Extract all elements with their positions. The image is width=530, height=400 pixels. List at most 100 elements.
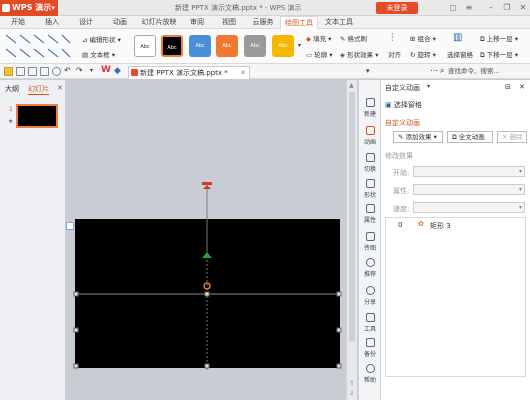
tab-cloud[interactable]: 云服务	[246, 16, 280, 29]
animation-item-name: 矩形 3	[430, 222, 451, 230]
sidebar-item-upload-image[interactable]: 传图	[359, 232, 381, 252]
animation-list-item[interactable]: 0 ✿ 矩形 3	[388, 220, 524, 231]
shape-style-orange[interactable]: Abc	[216, 35, 238, 57]
print-preview-icon[interactable]	[40, 67, 49, 76]
tab-view[interactable]: 视图	[214, 16, 244, 29]
shape-style-gray[interactable]: Abc	[244, 35, 266, 57]
tab-animation[interactable]: 动画	[104, 16, 136, 29]
send-backward-button[interactable]: ⧉ 下移一层 ▾	[480, 49, 518, 60]
shape-style-blue[interactable]: Abc	[189, 35, 211, 57]
sidebar-item-recommend[interactable]: 推荐	[359, 258, 381, 278]
tab-insert[interactable]: 插入	[36, 16, 68, 29]
scroll-up-icon[interactable]: ▲	[349, 82, 354, 89]
sidebar-item-share[interactable]: 分享	[359, 286, 381, 306]
speed-select[interactable]: ▾	[413, 202, 525, 213]
chevron-down-icon[interactable]: ▾	[366, 67, 370, 75]
search-command-box[interactable]: 查找命令、搜索...	[448, 64, 500, 79]
skin-icon[interactable]: ◻	[446, 0, 460, 16]
pptx-file-icon	[131, 69, 138, 76]
animation-list[interactable]: 0 ✿ 矩形 3	[385, 217, 526, 377]
login-button[interactable]: 未登录	[376, 2, 418, 14]
delete-button[interactable]: ✕ 删除	[497, 131, 527, 143]
minimize-icon[interactable]: –	[484, 0, 498, 16]
next-slide-icon[interactable]: ⇓	[349, 390, 354, 397]
path-end-arrow	[203, 185, 211, 189]
prev-slide-icon[interactable]: ⇑	[349, 380, 354, 387]
start-select[interactable]: ▾	[413, 166, 525, 177]
export-pdf-icon[interactable]	[52, 67, 61, 76]
save-icon[interactable]	[16, 67, 25, 76]
shape-style-white[interactable]: Abc	[134, 35, 156, 57]
selection-overlay	[73, 182, 342, 370]
resize-handle	[336, 327, 342, 333]
customize-qat-icon[interactable]: ▾	[90, 67, 93, 74]
bring-forward-icon: ⧉	[480, 35, 485, 43]
effect-icon: ◈	[340, 51, 345, 59]
sidebar-item-tools[interactable]: 工具	[359, 313, 381, 333]
path-start-arrow	[202, 252, 212, 258]
tab-review[interactable]: 审阅	[182, 16, 212, 29]
close-icon[interactable]: ✕	[519, 83, 525, 91]
sidebar-item-transition[interactable]: 切换	[359, 153, 381, 173]
align-icon: ⫶	[391, 33, 394, 44]
bring-forward-button[interactable]: ⧉ 上移一层 ▾	[480, 33, 518, 44]
shape-style-black[interactable]: Abc	[161, 35, 183, 57]
tab-text-tools[interactable]: 文本工具	[320, 16, 358, 29]
close-icon[interactable]: ✕	[57, 84, 63, 92]
close-icon[interactable]: ✕	[240, 67, 246, 79]
rotate-button[interactable]: ↻ 旋转 ▾	[410, 49, 436, 59]
more-icon[interactable]: ⋯	[430, 66, 438, 75]
sidebar-item-new[interactable]: 新建	[359, 98, 381, 118]
sidebar-item-animation[interactable]: 动画	[359, 126, 381, 146]
undo-icon[interactable]: ↶	[64, 66, 71, 75]
search-icon[interactable]: ⌕	[440, 66, 444, 76]
redo-icon[interactable]: ↷	[76, 66, 83, 75]
speed-label: 速度:	[393, 205, 410, 213]
wps-w-icon[interactable]: W	[101, 65, 111, 75]
all-animation-button[interactable]: ⧉ 全文动画	[447, 131, 493, 143]
chevron-down-icon[interactable]: ▾	[427, 83, 430, 90]
chevron-down-icon: ▾	[518, 204, 522, 211]
cube-icon[interactable]: ◆	[114, 66, 121, 76]
shape-effect-button[interactable]: ◈ 形状效果 ▾	[340, 49, 378, 59]
tab-design[interactable]: 设计	[70, 16, 102, 29]
sidebar-item-shape[interactable]: 形状	[359, 179, 381, 199]
star-icon: ★	[8, 118, 14, 125]
add-effect-button[interactable]: ✎ 添加效果 ▾	[393, 131, 443, 143]
format-brush-button[interactable]: ✎ 格式刷	[340, 33, 367, 43]
sidebar-item-backup[interactable]: 备份	[359, 338, 381, 358]
window-title: 新建 PPTX 演示文稿.pptx * - WPS 演示	[175, 4, 302, 12]
sidebar-item-help[interactable]: 帮助	[359, 364, 381, 384]
tab-outline[interactable]: 大纲	[5, 84, 19, 94]
title-bar: WPS 演示 ▾ 新建 PPTX 演示文稿.pptx * - WPS 演示 未登…	[0, 0, 530, 16]
open-folder-icon[interactable]	[4, 67, 13, 76]
styles-more-icon[interactable]: ▾	[298, 42, 301, 49]
pin-icon[interactable]: ⊟	[505, 83, 511, 91]
group-button[interactable]: ⊞ 组合 ▾	[410, 33, 436, 43]
edit-shape-button[interactable]: ⊿ 编辑形状 ▾	[82, 34, 121, 44]
property-select[interactable]: ▾	[413, 184, 525, 195]
app-menu-button[interactable]: WPS 演示 ▾	[0, 0, 58, 16]
scrollbar-thumb[interactable]	[349, 92, 355, 342]
align-button[interactable]: 对齐	[388, 49, 401, 59]
group-icon: ⊞	[410, 35, 416, 43]
close-icon[interactable]: ✕	[516, 0, 530, 16]
menu-icon[interactable]: ≡	[462, 0, 476, 16]
tab-start[interactable]: 开始	[2, 16, 34, 29]
shape-style-yellow[interactable]: Abc	[272, 35, 294, 57]
vertical-scrollbar[interactable]: ▲ ⇑ ⇓	[346, 80, 357, 400]
text-box-button[interactable]: ▤ 文本框 ▾	[82, 49, 115, 59]
sidebar-item-property[interactable]: 属性	[359, 204, 381, 224]
selection-pane-button[interactable]: 选择窗格	[447, 49, 473, 59]
line-styles-gallery[interactable]	[4, 33, 74, 60]
document-tab[interactable]: 新建 PPTX 演示文稿.pptx * ✕	[128, 66, 250, 79]
tab-slideshow[interactable]: 幻灯片放映	[136, 16, 182, 29]
print-icon[interactable]	[28, 67, 37, 76]
selection-pane-link[interactable]: ▣ 选择窗格	[385, 100, 422, 110]
fill-button[interactable]: ◆ 填充 ▾	[306, 33, 331, 43]
tab-drawing-tools[interactable]: 绘图工具	[280, 16, 318, 29]
tab-slides[interactable]: 幻灯片	[28, 84, 49, 95]
maximize-icon[interactable]: ❐	[500, 0, 514, 16]
outline-button[interactable]: ▭ 轮廓 ▾	[306, 49, 333, 59]
slide-thumbnail[interactable]	[16, 104, 58, 128]
